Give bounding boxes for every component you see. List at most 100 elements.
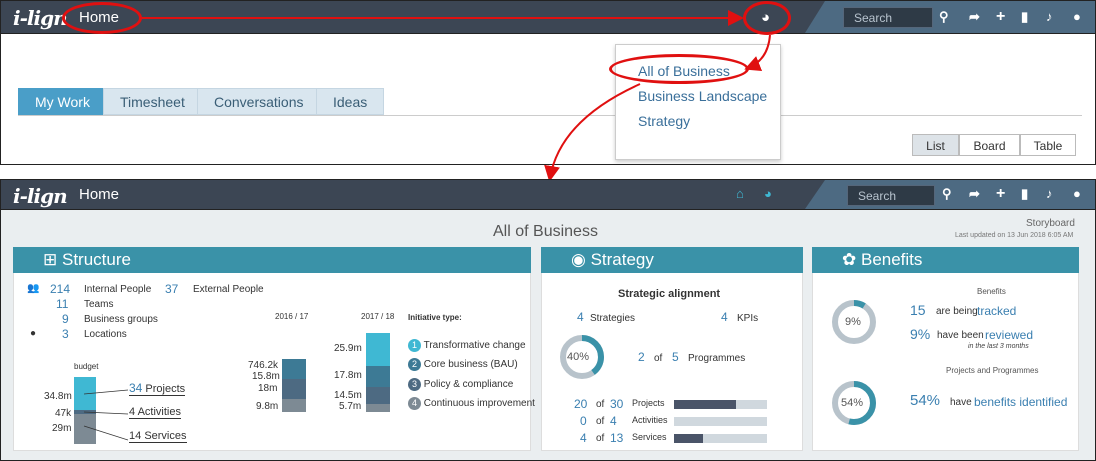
tracked-link[interactable]: tracked <box>977 304 1016 318</box>
reviewed-link[interactable]: reviewed <box>985 328 1033 342</box>
initiative-item-4: 4 Continuous improvement <box>408 397 535 410</box>
bar-2017-1 <box>366 366 390 387</box>
bar-2017-2 <box>366 387 390 404</box>
reviewed-pre: have been <box>937 330 984 341</box>
internal-people-count: 214 <box>50 282 71 296</box>
storyboard-link[interactable]: Storyboard <box>1026 218 1075 229</box>
teams-label: Teams <box>84 299 114 310</box>
benefits-header: ✿ Benefits <box>812 247 1079 273</box>
initiative-item-2: 2 Core business (BAU) <box>408 358 518 371</box>
val-2016-3: 9.8m <box>256 401 279 412</box>
benefits-donut-1-label: 9% <box>845 316 861 328</box>
activities-link[interactable]: 4 Activities <box>129 406 181 419</box>
teams-count: 11 <box>56 297 69 311</box>
last-3-months: in the last 3 months <box>968 343 1029 350</box>
benefits-identified-link[interactable]: benefits identified <box>974 395 1067 409</box>
reviewed-num: 9% <box>910 326 931 342</box>
val-2016-1: 15.8m <box>252 371 280 382</box>
compass-icon: ◉ <box>571 250 586 269</box>
strategies-label: Strategies <box>590 313 636 324</box>
business-groups-label: Business groups <box>84 314 158 325</box>
strategy-row-projects: 20 of 30 Projects <box>574 397 774 411</box>
programmes-of: of <box>654 353 663 364</box>
strategic-alignment-title: Strategic alignment <box>618 288 721 300</box>
progress-activities <box>674 417 767 426</box>
val-2017-0: 25.9m <box>334 343 362 354</box>
benefits-title: Benefits <box>860 250 923 269</box>
projects-programmes-label: Projects and Programmes <box>946 366 1039 375</box>
annotation-arrows <box>142 10 771 182</box>
projects-link[interactable]: 34 Projects <box>129 381 186 396</box>
identified-num: 54% <box>910 392 941 409</box>
programmes-b: 5 <box>672 350 679 364</box>
bar-2016-2 <box>282 399 306 412</box>
progress-projects <box>674 400 767 409</box>
benefits-donut-2-label: 54% <box>841 397 864 409</box>
initiative-item-1: 1 Transformative change <box>408 339 526 352</box>
external-people-count: 37 <box>165 282 179 296</box>
last-updated: Last updated on 13 Jun 2018 6:05 AM <box>955 232 1074 239</box>
strategy-row-activities: 0 of 4 Activities <box>574 414 774 428</box>
bar-2017-0 <box>366 333 390 366</box>
strategy-row-services: 4 of 13 Services <box>574 431 774 445</box>
strategies-count: 4 <box>577 310 584 324</box>
val-2016-0: 746.2k <box>248 360 279 371</box>
business-groups-count: 9 <box>62 312 69 326</box>
bookmark-icon[interactable]: ▮ <box>1021 186 1028 202</box>
initiative-title: Initiative type: <box>408 313 462 322</box>
number-4-icon: 4 <box>408 397 421 410</box>
budget-value-0: 34.8m <box>44 391 72 402</box>
strategy-header: ◉ Strategy <box>541 247 803 273</box>
number-3-icon: 3 <box>408 378 421 391</box>
globe-icon[interactable]: ◕ <box>764 186 772 201</box>
kpis-count: 4 <box>721 310 728 324</box>
col-2016-label: 2016 / 17 <box>275 312 309 321</box>
bar-2016-0 <box>282 359 306 379</box>
external-people-label: External People <box>193 284 264 295</box>
tracked-num: 15 <box>910 302 926 318</box>
strategy-title: Strategy <box>590 250 654 269</box>
logo[interactable]: i-lign <box>13 184 68 208</box>
internal-people-label: Internal People <box>84 284 152 295</box>
budget-value-1: 47k <box>55 408 72 419</box>
plus-icon[interactable]: + <box>996 185 1005 203</box>
location-icon: ● <box>30 328 37 339</box>
identified-pre: have <box>950 397 972 408</box>
val-2016-2: 18m <box>258 383 278 394</box>
bottom-navbar: i-lign Home ⌂ ◕ Search ⚲ ➦ + ▮ ♪ ● <box>0 179 1096 210</box>
benefits-section-label: Benefits <box>977 287 1006 296</box>
budget-value-2: 29m <box>52 423 72 434</box>
page-title: All of Business <box>493 223 598 240</box>
bar-2016-1 <box>282 379 306 399</box>
bell-icon[interactable]: ♪ <box>1046 186 1053 201</box>
structure-icon: ⊞ <box>43 250 58 269</box>
structure-header: ⊞ Structure <box>13 247 531 273</box>
search-icon[interactable]: ⚲ <box>942 186 952 202</box>
home-icon[interactable]: ⌂ <box>736 186 744 201</box>
initiative-item-3: 3 Policy & compliance <box>408 378 513 391</box>
val-2017-3: 5.7m <box>339 401 362 412</box>
number-2-icon: 2 <box>408 358 421 371</box>
progress-services <box>674 434 767 443</box>
ribbon-icon: ✿ <box>842 250 857 269</box>
home-link[interactable]: Home <box>79 186 119 203</box>
programmes-a: 2 <box>638 350 645 364</box>
locations-count: 3 <box>62 327 69 341</box>
val-2017-1: 17.8m <box>334 370 362 381</box>
programmes-label: Programmes <box>688 353 746 364</box>
col-2017-label: 2017 / 18 <box>361 312 395 321</box>
budget-label: budget <box>74 362 99 371</box>
tracked-pre: are being <box>936 306 978 317</box>
services-link[interactable]: 14 Services <box>129 430 187 443</box>
search-input[interactable]: Search <box>847 185 935 206</box>
val-2017-2: 14.5m <box>334 390 362 401</box>
strategy-donut-label: 40% <box>567 351 590 363</box>
bar-2017-3 <box>366 404 390 412</box>
kpis-label: KPIs <box>737 313 759 324</box>
people-icon: 👥 <box>27 283 40 294</box>
number-1-icon: 1 <box>408 339 421 352</box>
user-icon[interactable]: ● <box>1073 186 1081 201</box>
share-icon[interactable]: ➦ <box>969 186 980 202</box>
locations-label: Locations <box>84 329 127 340</box>
structure-title: Structure <box>61 250 131 269</box>
